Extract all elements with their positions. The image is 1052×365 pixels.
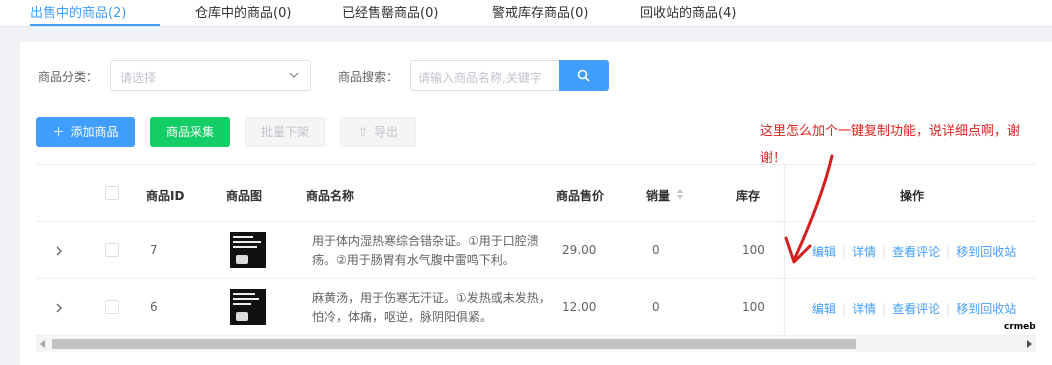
- plus-icon: ＋: [52, 125, 65, 139]
- col-id: 商品ID: [146, 189, 185, 203]
- upload-icon: ⇧: [357, 125, 369, 139]
- tab-low-stock[interactable]: 警戒库存商品(0): [492, 2, 588, 21]
- add-product-button[interactable]: ＋ 添加商品: [36, 117, 135, 147]
- col-price: 商品售价: [556, 189, 605, 203]
- search-icon: [577, 69, 590, 82]
- red-arrow-icon: [784, 154, 834, 264]
- product-sales: 0: [652, 300, 660, 314]
- horizontal-scrollbar[interactable]: [36, 336, 1036, 352]
- product-image: [230, 232, 266, 268]
- edit-link[interactable]: 编辑: [812, 302, 836, 316]
- product-price: 12.00: [562, 300, 597, 314]
- category-placeholder: 请选择: [120, 71, 157, 85]
- select-all-checkbox[interactable]: [105, 186, 119, 200]
- sort-icon[interactable]: [676, 188, 684, 200]
- col-image: 商品图: [226, 189, 263, 203]
- search-input[interactable]: 请输入商品名称,关键字: [410, 60, 560, 91]
- scroll-left-icon[interactable]: [40, 340, 45, 348]
- recycle-link[interactable]: 移到回收站: [956, 302, 1016, 316]
- tab-bar: 出售中的商品(2) 仓库中的商品(0) 已经售罄商品(0) 警戒库存商品(0) …: [0, 0, 1052, 27]
- watermark: crmeb: [1004, 322, 1036, 332]
- row-checkbox[interactable]: [105, 300, 119, 314]
- category-label: 商品分类：: [38, 70, 99, 84]
- export-button[interactable]: ⇧ 导出: [340, 117, 416, 147]
- product-id: 6: [150, 300, 158, 314]
- product-id: 7: [150, 243, 158, 257]
- chevron-right-icon[interactable]: [54, 246, 64, 256]
- col-ops: 操作: [900, 189, 925, 203]
- search-button[interactable]: [559, 60, 609, 91]
- detail-link[interactable]: 详情: [852, 245, 876, 259]
- row-actions: 编辑 | 详情 | 查看评论 | 移到回收站: [812, 302, 1017, 316]
- tab-on-sale[interactable]: 出售中的商品(2): [30, 2, 126, 21]
- col-sales[interactable]: 销量: [646, 187, 670, 204]
- scrollbar-thumb[interactable]: [52, 339, 856, 349]
- reviews-link[interactable]: 查看评论: [892, 245, 940, 259]
- table-row: 7 用于体内湿热寒综合错杂证。①用于口腔溃疡。②用于肠胃有水气腹中雷鸣下利。 2…: [36, 222, 1036, 279]
- product-stock: 100: [742, 300, 765, 314]
- active-tab-indicator: [30, 24, 160, 26]
- col-name: 商品名称: [306, 189, 355, 203]
- product-image: [230, 289, 266, 325]
- table-row: 6 麻黄汤，用于伤寒无汗证。①发热或未发热，怕冷，体痛，呕逆，脉阴阳俱紧。 12…: [36, 279, 1036, 336]
- product-name: 麻黄汤，用于伤寒无汗证。①发热或未发热，怕冷，体痛，呕逆，脉阴阳俱紧。: [312, 291, 551, 324]
- add-product-label: 添加商品: [70, 125, 119, 139]
- tab-recycle-bin[interactable]: 回收站的商品(4): [640, 2, 736, 21]
- reviews-link[interactable]: 查看评论: [892, 302, 940, 316]
- product-stock: 100: [742, 243, 765, 257]
- category-select[interactable]: 请选择: [110, 60, 311, 91]
- recycle-link[interactable]: 移到回收站: [956, 245, 1016, 259]
- product-price: 29.00: [562, 243, 597, 257]
- row-actions: 编辑 | 详情 | 查看评论 | 移到回收站: [812, 245, 1017, 259]
- collect-product-button[interactable]: 商品采集: [150, 117, 230, 147]
- tab-warehouse[interactable]: 仓库中的商品(0): [195, 2, 291, 21]
- col-stock: 库存: [736, 189, 761, 203]
- export-label: 导出: [374, 125, 399, 139]
- search-placeholder: 请输入商品名称,关键字: [418, 71, 542, 85]
- detail-link[interactable]: 详情: [852, 302, 876, 316]
- chevron-down-icon: [289, 72, 299, 78]
- tab-sold-out[interactable]: 已经售罄商品(0): [342, 2, 438, 21]
- scroll-right-icon[interactable]: [1027, 340, 1032, 348]
- search-label: 商品搜索：: [338, 70, 399, 84]
- batch-off-shelf-button[interactable]: 批量下架: [245, 117, 325, 147]
- table-header: 商品ID 商品图 商品名称 商品售价 销量 库存 操作: [36, 164, 1036, 222]
- product-sales: 0: [652, 243, 660, 257]
- row-checkbox[interactable]: [105, 243, 119, 257]
- chevron-right-icon[interactable]: [54, 303, 64, 313]
- product-name: 用于体内湿热寒综合错杂证。①用于口腔溃疡。②用于肠胃有水气腹中雷鸣下利。: [312, 234, 539, 267]
